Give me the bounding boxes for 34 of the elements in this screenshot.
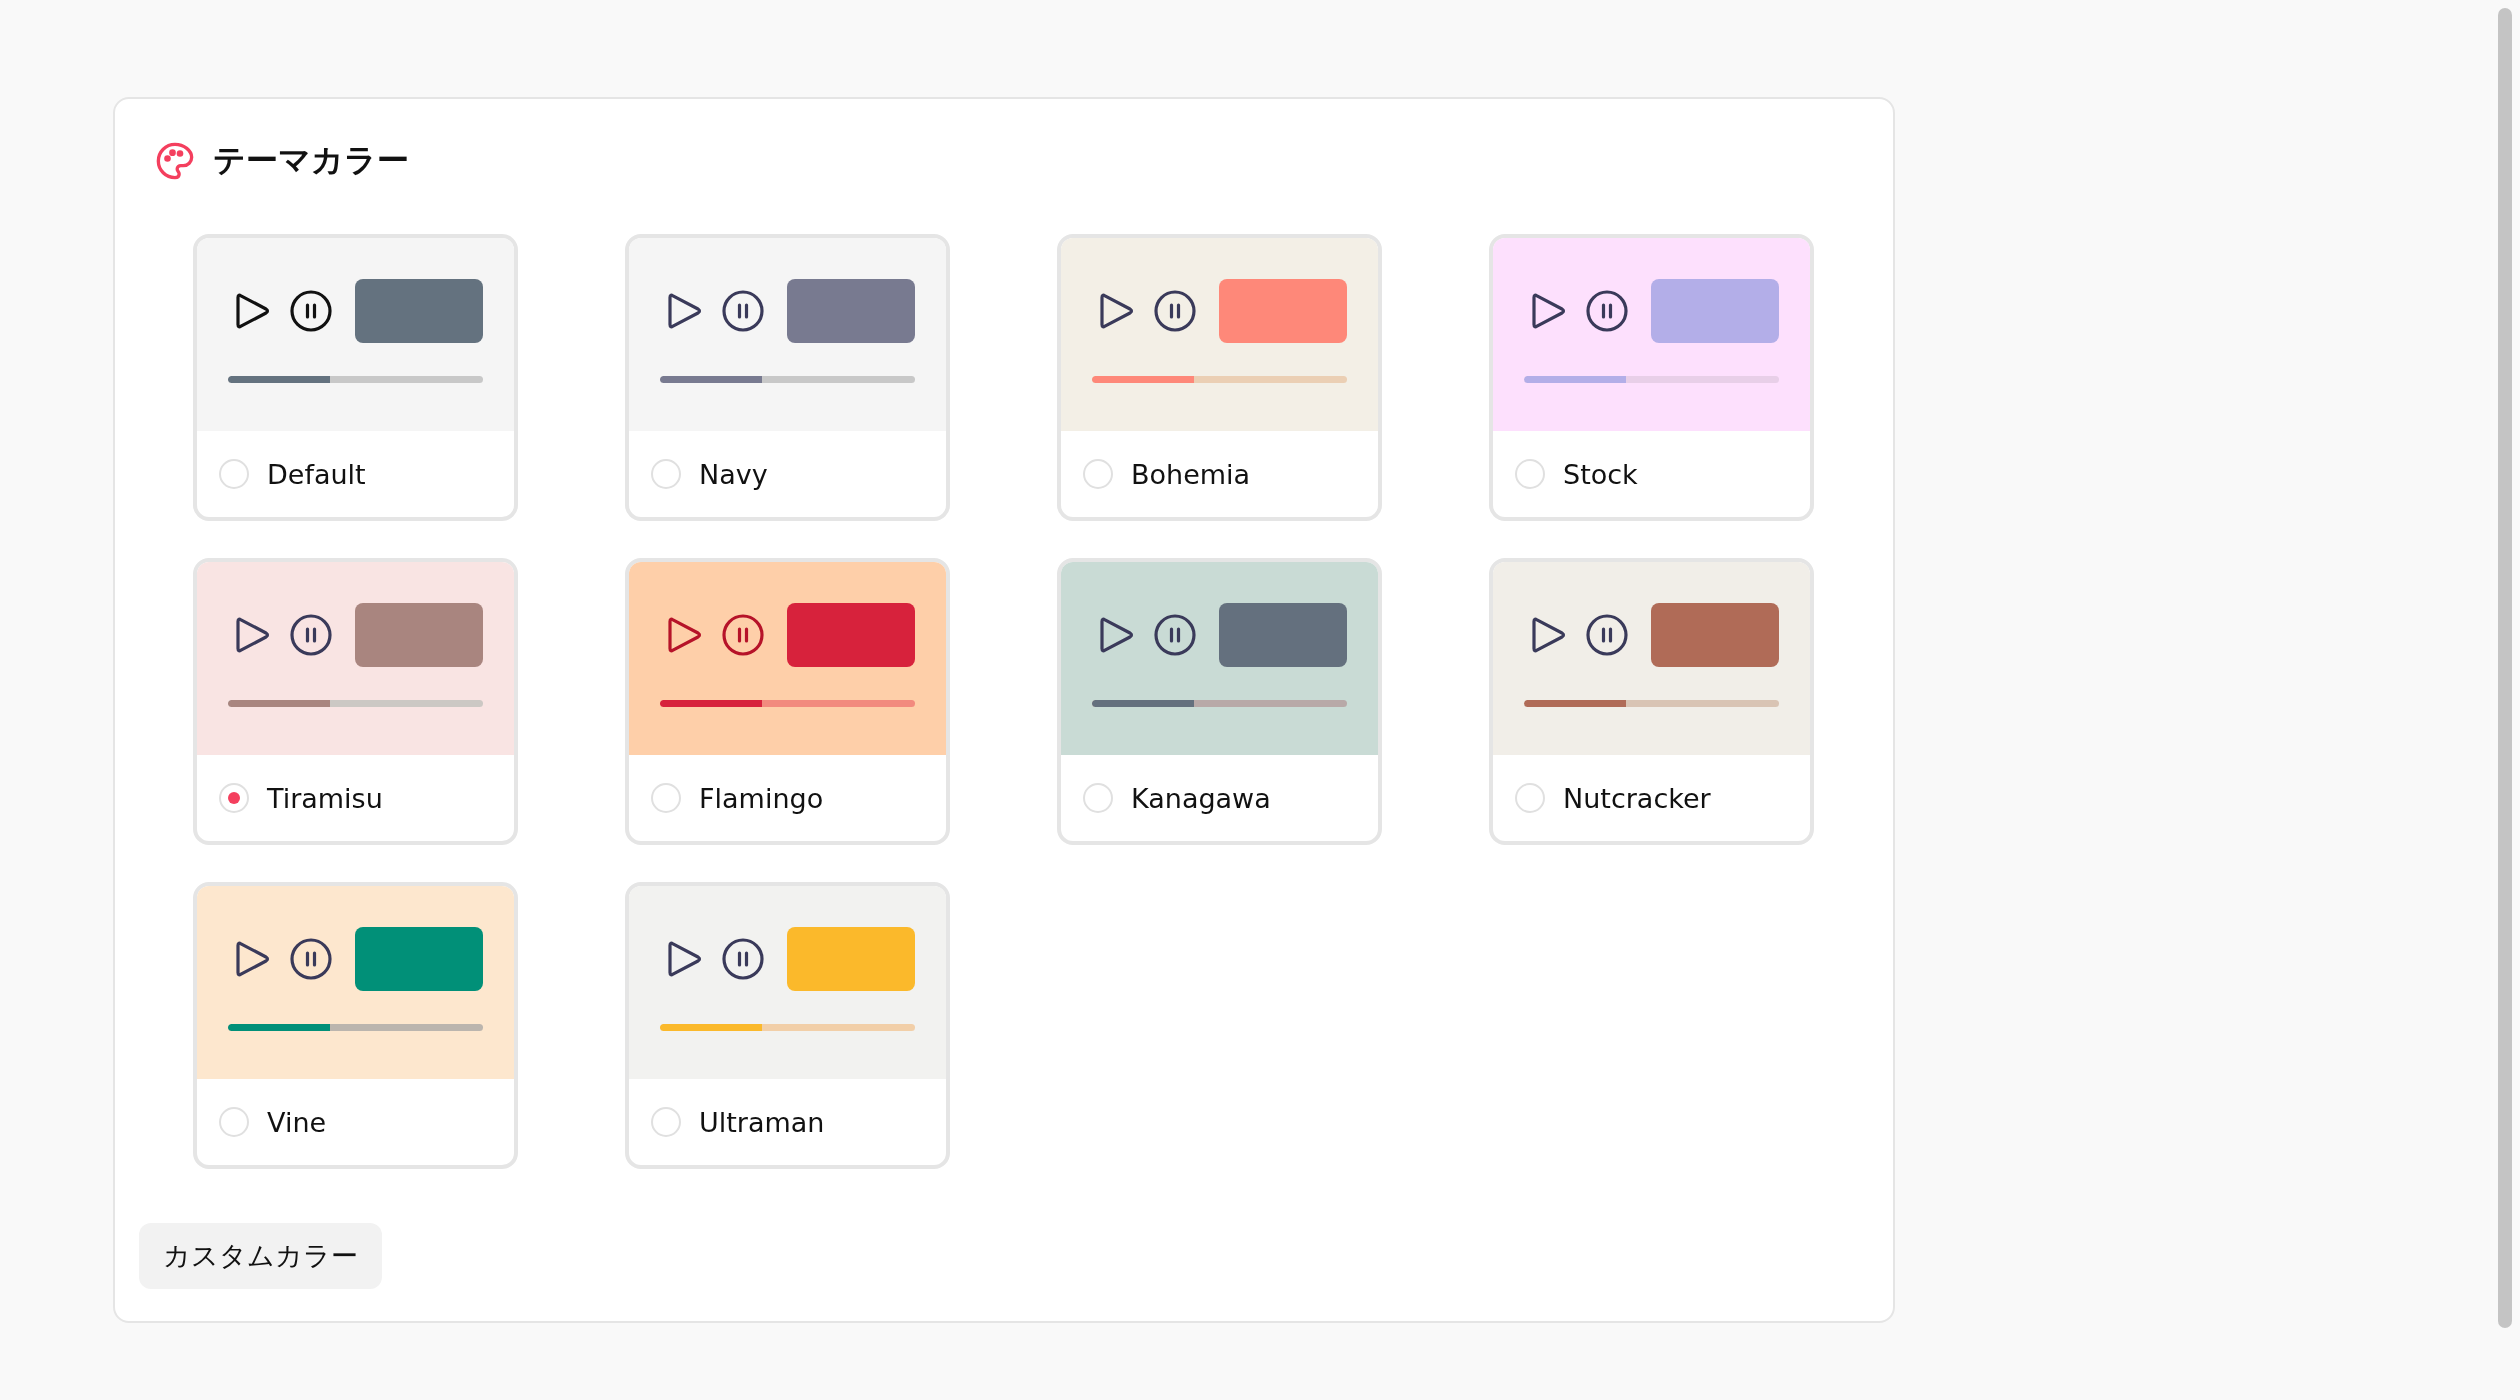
custom-color-button[interactable]: カスタムカラー: [139, 1223, 382, 1289]
theme-card[interactable]: Kanagawa: [1057, 558, 1382, 845]
radio-button[interactable]: [651, 783, 681, 813]
theme-card[interactable]: Vine: [193, 882, 518, 1169]
theme-card[interactable]: Tiramisu: [193, 558, 518, 845]
radio-button[interactable]: [651, 1107, 681, 1137]
theme-name: Vine: [267, 1106, 327, 1138]
panel-title: テーマカラー: [213, 140, 409, 181]
theme-name: Navy: [699, 458, 768, 490]
theme-name: Kanagawa: [1131, 782, 1271, 814]
theme-name: Ultraman: [699, 1106, 825, 1138]
palette-icon: [155, 141, 195, 181]
radio-button[interactable]: [219, 459, 249, 489]
theme-card[interactable]: Ultraman: [625, 882, 950, 1169]
theme-card[interactable]: Navy: [625, 234, 950, 521]
radio-button[interactable]: [1515, 459, 1545, 489]
theme-name: Default: [267, 458, 366, 490]
theme-name: Flamingo: [699, 782, 824, 814]
theme-card[interactable]: Stock: [1489, 234, 1814, 521]
radio-button[interactable]: [1515, 783, 1545, 813]
theme-card[interactable]: Flamingo: [625, 558, 950, 845]
scrollbar[interactable]: [2498, 8, 2512, 1328]
theme-card[interactable]: Default: [193, 234, 518, 521]
theme-name: Stock: [1563, 458, 1638, 490]
radio-button[interactable]: [651, 459, 681, 489]
theme-name: Bohemia: [1131, 458, 1251, 490]
radio-button[interactable]: [219, 1107, 249, 1137]
radio-button[interactable]: [1083, 459, 1113, 489]
theme-name: Nutcracker: [1563, 782, 1711, 814]
theme-card[interactable]: Nutcracker: [1489, 558, 1814, 845]
theme-card[interactable]: Bohemia: [1057, 234, 1382, 521]
theme-name: Tiramisu: [267, 782, 383, 814]
radio-button[interactable]: [219, 783, 249, 813]
radio-button[interactable]: [1083, 783, 1113, 813]
